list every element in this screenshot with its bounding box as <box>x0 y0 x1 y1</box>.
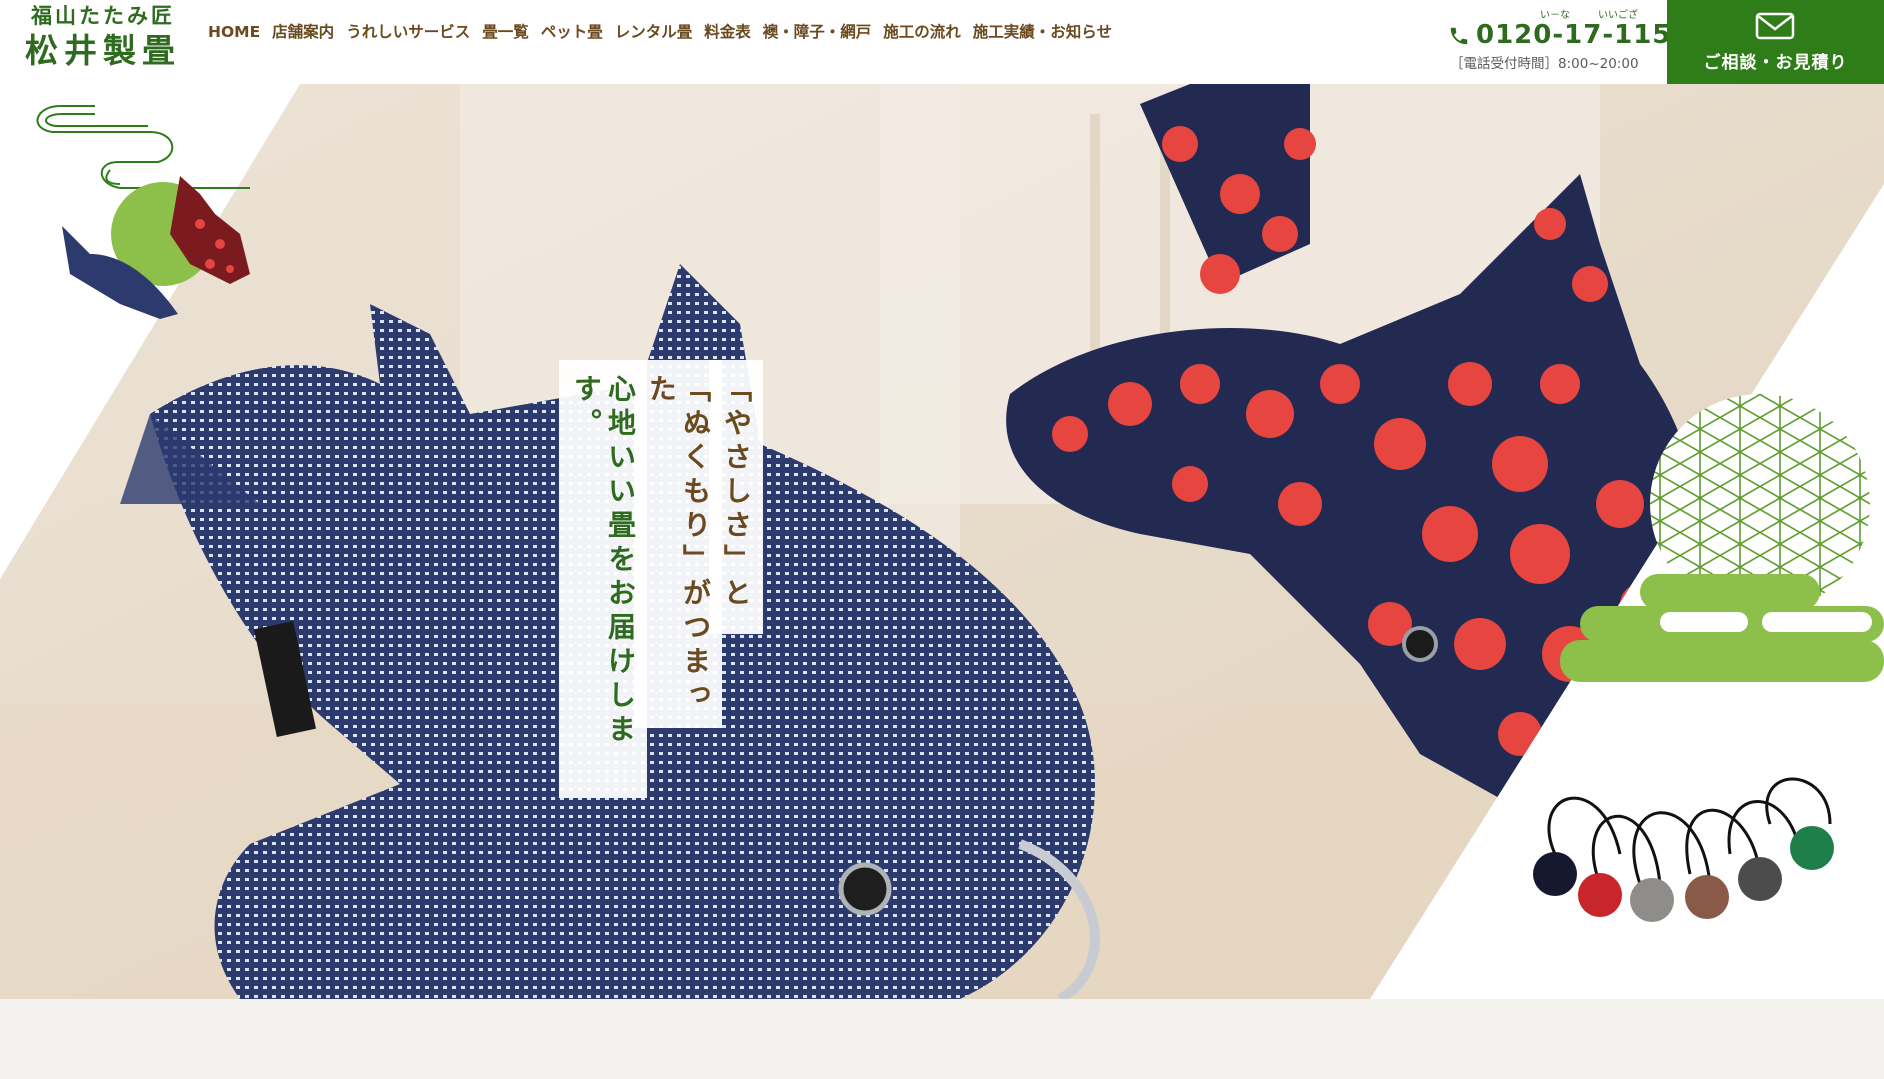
phone-icon <box>1450 27 1468 45</box>
hero-tagline-3: 心地いい畳をお届けします。 <box>559 360 647 798</box>
nav-item-fusuma-shoji[interactable]: 襖・障子・網戸 <box>757 20 878 44</box>
phone-ruby: い－な いいござ <box>1540 6 1666 21</box>
nav-item-pet-tatami[interactable]: ペット畳 <box>535 20 609 44</box>
site-logo[interactable]: 福山たたみ匠 松井製畳 <box>18 2 188 72</box>
hero-photo-area <box>0 84 1884 999</box>
nav-item-tatami-list[interactable]: 畳一覧 <box>476 20 535 44</box>
nav-item-services[interactable]: うれしいサービス <box>340 20 476 44</box>
phone-contact[interactable]: い－な いいござ 0120-17-1153 ［電話受付時間］8:00~20:00 <box>1440 6 1690 72</box>
nav-item-workflow[interactable]: 施工の流れ <box>877 20 967 44</box>
content-band <box>0 999 1884 1079</box>
main-nav: HOME 店舗案内 うれしいサービス 畳一覧 ペット畳 レンタル畳 料金表 襖・… <box>202 20 1118 44</box>
logo-title: 松井製畳 <box>25 31 181 70</box>
nav-item-home[interactable]: HOME <box>202 20 266 44</box>
nav-item-works-news[interactable]: 施工実績・お知らせ <box>967 20 1118 44</box>
wave-line-deco <box>36 105 250 189</box>
hero-tagline-2: 「ぬくもり」がつまった <box>634 360 722 728</box>
logo-subtitle: 福山たたみ匠 <box>31 3 175 28</box>
site-header: 福山たたみ匠 松井製畳 HOME 店舗案内 うれしいサービス 畳一覧 ペット畳 … <box>0 0 1884 84</box>
nav-item-store-info[interactable]: 店舗案内 <box>266 20 340 44</box>
consultation-estimate-button[interactable]: ご相談・お見積り <box>1667 0 1884 84</box>
hero-section: 「やさしさ」と 「ぬくもり」がつまった 心地いい畳をお届けします。 <box>0 84 1884 999</box>
hero-photo <box>0 84 1884 999</box>
hair-ties-deco <box>1533 777 1834 922</box>
nav-item-rental-tatami[interactable]: レンタル畳 <box>609 20 699 44</box>
phone-number: 0120-17-1153 <box>1476 20 1691 50</box>
cta-label: ご相談・お見積り <box>1703 53 1848 73</box>
nav-item-price-list[interactable]: 料金表 <box>698 20 757 44</box>
envelope-icon <box>1755 12 1795 40</box>
phone-hours: ［電話受付時間］8:00~20:00 <box>1450 56 1639 72</box>
